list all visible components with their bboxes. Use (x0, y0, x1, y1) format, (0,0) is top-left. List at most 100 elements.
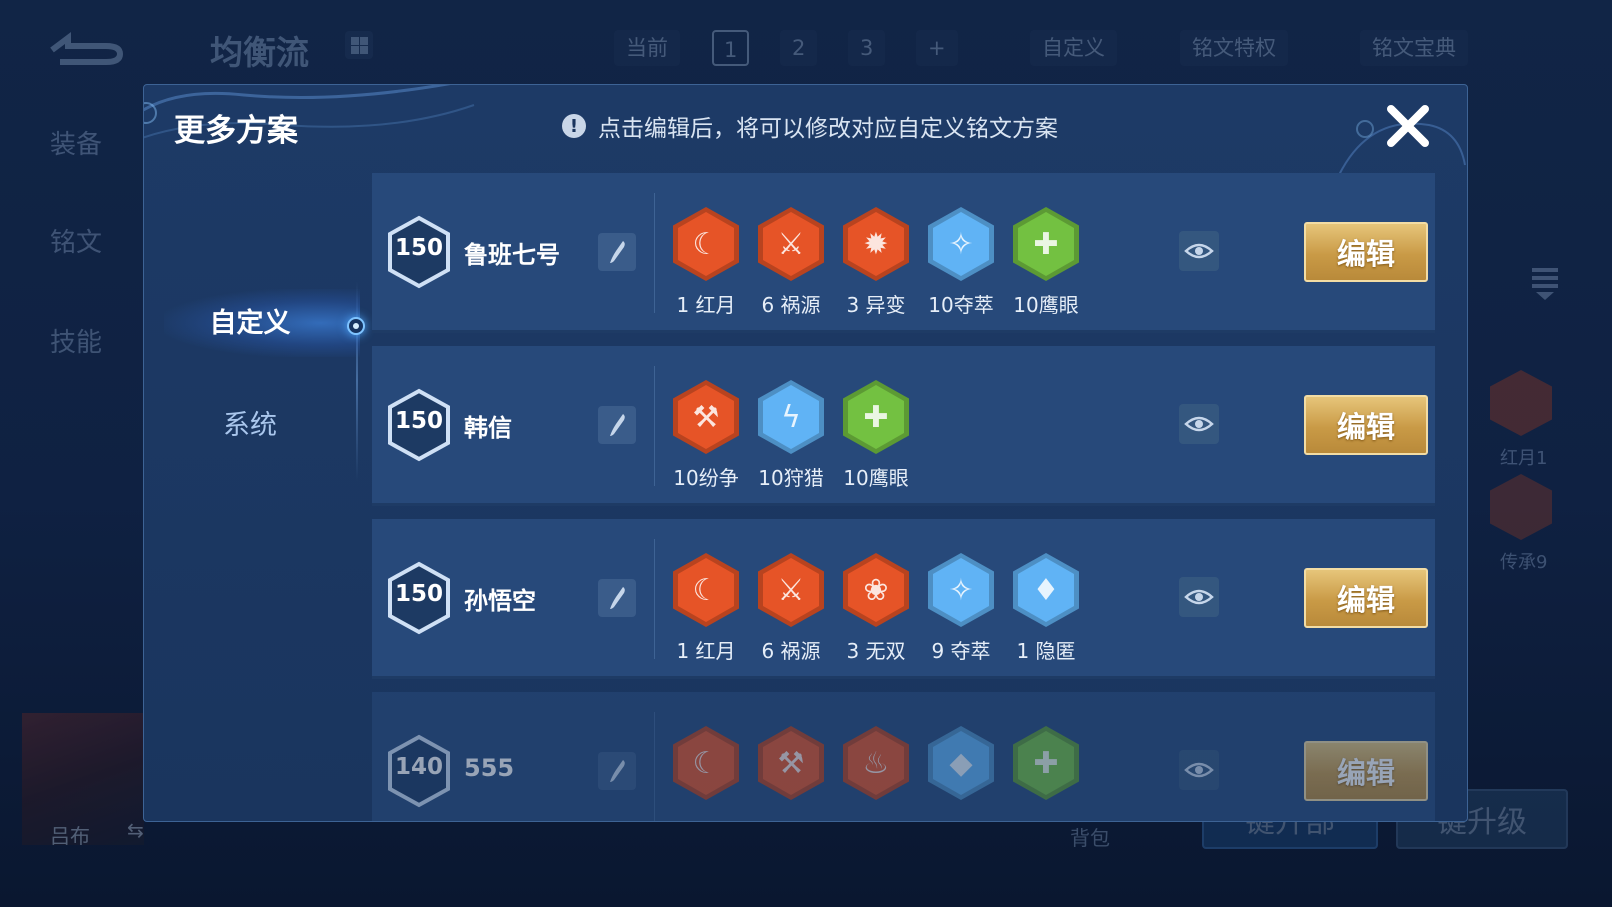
rune-slot: ✹ 3 异变 (833, 207, 919, 318)
bag-label: 背包 (1070, 826, 1110, 850)
rune-count-label: 1 红月 (676, 639, 736, 663)
side-nav-runes: 铭文 (50, 228, 103, 258)
rune-slot: ☾ (663, 726, 749, 808)
info-icon: ! (562, 114, 586, 138)
rune-codex-chip: 铭文宝典 (1360, 30, 1468, 66)
hero-name: 吕布 (50, 824, 90, 848)
rename-button[interactable] (598, 406, 636, 444)
close-icon[interactable] (1383, 101, 1433, 151)
tab-current: 当前 (614, 30, 680, 66)
preset-name: 鲁班七号 (464, 241, 560, 269)
fan-blades-icon: ⚔ (758, 207, 824, 281)
rune-slot: ϟ 10狩猎 (748, 380, 834, 491)
rune-count-label: 10鹰眼 (843, 466, 909, 490)
flame-icon: ♨ (843, 726, 909, 800)
rune-count-label: 10夺萃 (928, 293, 994, 317)
rune-count-label: 1 隐匿 (1016, 639, 1076, 663)
eagle-eye-icon: ✚ (1013, 726, 1079, 800)
rune-slot: ♨ (833, 726, 919, 808)
mutation-icon: ✹ (843, 207, 909, 281)
rune-slot: ✚ 10鹰眼 (1003, 207, 1089, 318)
pencil-icon (610, 587, 625, 609)
rune-level: 150 (394, 235, 443, 261)
rune-slot: ✚ (1003, 726, 1089, 808)
flame-drop-icon: ♦ (1013, 553, 1079, 627)
eagle-eye-icon: ✚ (843, 380, 909, 454)
fan-blades-icon: ⚔ (758, 553, 824, 627)
lightning-icon: ϟ (758, 380, 824, 454)
tab-page-3: 3 (848, 30, 886, 66)
preset-title: 均衡流 (210, 33, 309, 72)
triquetra-icon: ✧ (928, 207, 994, 281)
rename-button[interactable] (598, 752, 636, 790)
edit-button[interactable]: 编辑 (1304, 222, 1428, 282)
rune-count-label: 9 夺萃 (931, 639, 991, 663)
row-separator (654, 712, 655, 821)
side-rune-label-2: 传承9 (1500, 552, 1548, 573)
crescent-moon-icon: ☾ (673, 553, 739, 627)
preview-button[interactable] (1179, 231, 1219, 271)
eye-icon (1184, 243, 1214, 259)
rune-slot: ◆ (918, 726, 1004, 808)
preset-name: 孙悟空 (464, 587, 536, 615)
edit-button[interactable]: 编辑 (1304, 568, 1428, 628)
eagle-eye-icon: ✚ (1013, 207, 1079, 281)
preset-name: 韩信 (464, 414, 512, 442)
rename-button[interactable] (598, 233, 636, 271)
rune-count-label: 10狩猎 (758, 466, 824, 490)
rune-privilege-chip: 铭文特权 (1180, 30, 1288, 66)
rune-slot: ✧ 10夺萃 (918, 207, 1004, 318)
tab-custom[interactable]: 自定义 (144, 301, 356, 340)
rose-icon: ❀ (843, 553, 909, 627)
rune-count-label: 6 祸源 (761, 639, 821, 663)
preview-button[interactable] (1179, 750, 1219, 790)
swap-icon: ⇆ (127, 818, 144, 842)
rune-count-label: 3 无双 (846, 639, 906, 663)
eye-icon (1184, 762, 1214, 778)
preset-row: 150 孙悟空 ☾ 1 红月 ⚔ 6 祸源 ❀ 3 无双 ✧ 9 夺萃 ♦ 1 隐匿 编辑 (372, 519, 1435, 679)
rune-slot: ❀ 3 无双 (833, 553, 919, 664)
tab-page-2: 2 (780, 30, 818, 66)
rune-slot: ⚔ 6 祸源 (748, 553, 834, 664)
rune-count-label: 6 祸源 (761, 293, 821, 317)
preset-row: 140 555 ☾ ⚒ ♨ ◆ ✚ 编辑 (372, 692, 1435, 821)
rune-slot: ☾ 1 红月 (663, 553, 749, 664)
grid-icon (345, 31, 373, 59)
preview-button[interactable] (1179, 404, 1219, 444)
crystal-icon: ◆ (928, 726, 994, 800)
rune-count-label: 10鹰眼 (1013, 293, 1079, 317)
crescent-moon-icon: ☾ (673, 726, 739, 800)
rename-button[interactable] (598, 579, 636, 617)
row-separator (654, 366, 655, 486)
list-icon (1532, 268, 1558, 300)
preset-name: 555 (464, 754, 515, 782)
eye-icon (1184, 589, 1214, 605)
edit-button[interactable]: 编辑 (1304, 395, 1428, 455)
side-rune-label-1: 红月1 (1500, 448, 1548, 469)
background-top-bar: 均衡流 当前 1 2 3 + 自定义 铭文特权 铭文宝典 (0, 0, 1612, 90)
axe-icon: ⚒ (673, 380, 739, 454)
edit-button[interactable]: 编辑 (1304, 741, 1428, 801)
rune-count-label: 10纷争 (673, 466, 739, 490)
pencil-icon (610, 241, 625, 263)
preset-row: 150 韩信 ⚒ 10纷争 ϟ 10狩猎 ✚ 10鹰眼 编辑 (372, 346, 1435, 506)
preview-button[interactable] (1179, 577, 1219, 617)
pencil-icon (610, 414, 625, 436)
rune-slot: ✧ 9 夺萃 (918, 553, 1004, 664)
row-separator (654, 539, 655, 659)
side-nav-equipment: 装备 (50, 130, 103, 160)
notice-text: 点击编辑后，将可以修改对应自定义铭文方案 (598, 116, 1058, 142)
tab-page-1: 1 (712, 30, 750, 66)
row-separator (654, 193, 655, 313)
preset-list: 150 鲁班七号 ☾ 1 红月 ⚔ 6 祸源 ✹ 3 异变 ✧ 10夺萃 ✚ 10鹰眼 编辑 150 韩信 ⚒… (372, 173, 1435, 821)
crescent-moon-icon: ☾ (673, 207, 739, 281)
rune-slot: ☾ 1 红月 (663, 207, 749, 318)
rune-level: 150 (394, 408, 443, 434)
rune-slot: ⚔ 6 祸源 (748, 207, 834, 318)
dialog-title: 更多方案 (174, 113, 298, 149)
tab-system[interactable]: 系统 (144, 403, 356, 442)
notice-bar: ! 点击编辑后，将可以修改对应自定义铭文方案 (562, 109, 1058, 143)
preset-row: 150 鲁班七号 ☾ 1 红月 ⚔ 6 祸源 ✹ 3 异变 ✧ 10夺萃 ✚ 10鹰眼 编辑 (372, 173, 1435, 333)
dialog-header: 更多方案 ! 点击编辑后，将可以修改对应自定义铭文方案 (144, 85, 1467, 176)
more-presets-dialog: 更多方案 ! 点击编辑后，将可以修改对应自定义铭文方案 自定义 系统 150 鲁班… (143, 84, 1468, 822)
